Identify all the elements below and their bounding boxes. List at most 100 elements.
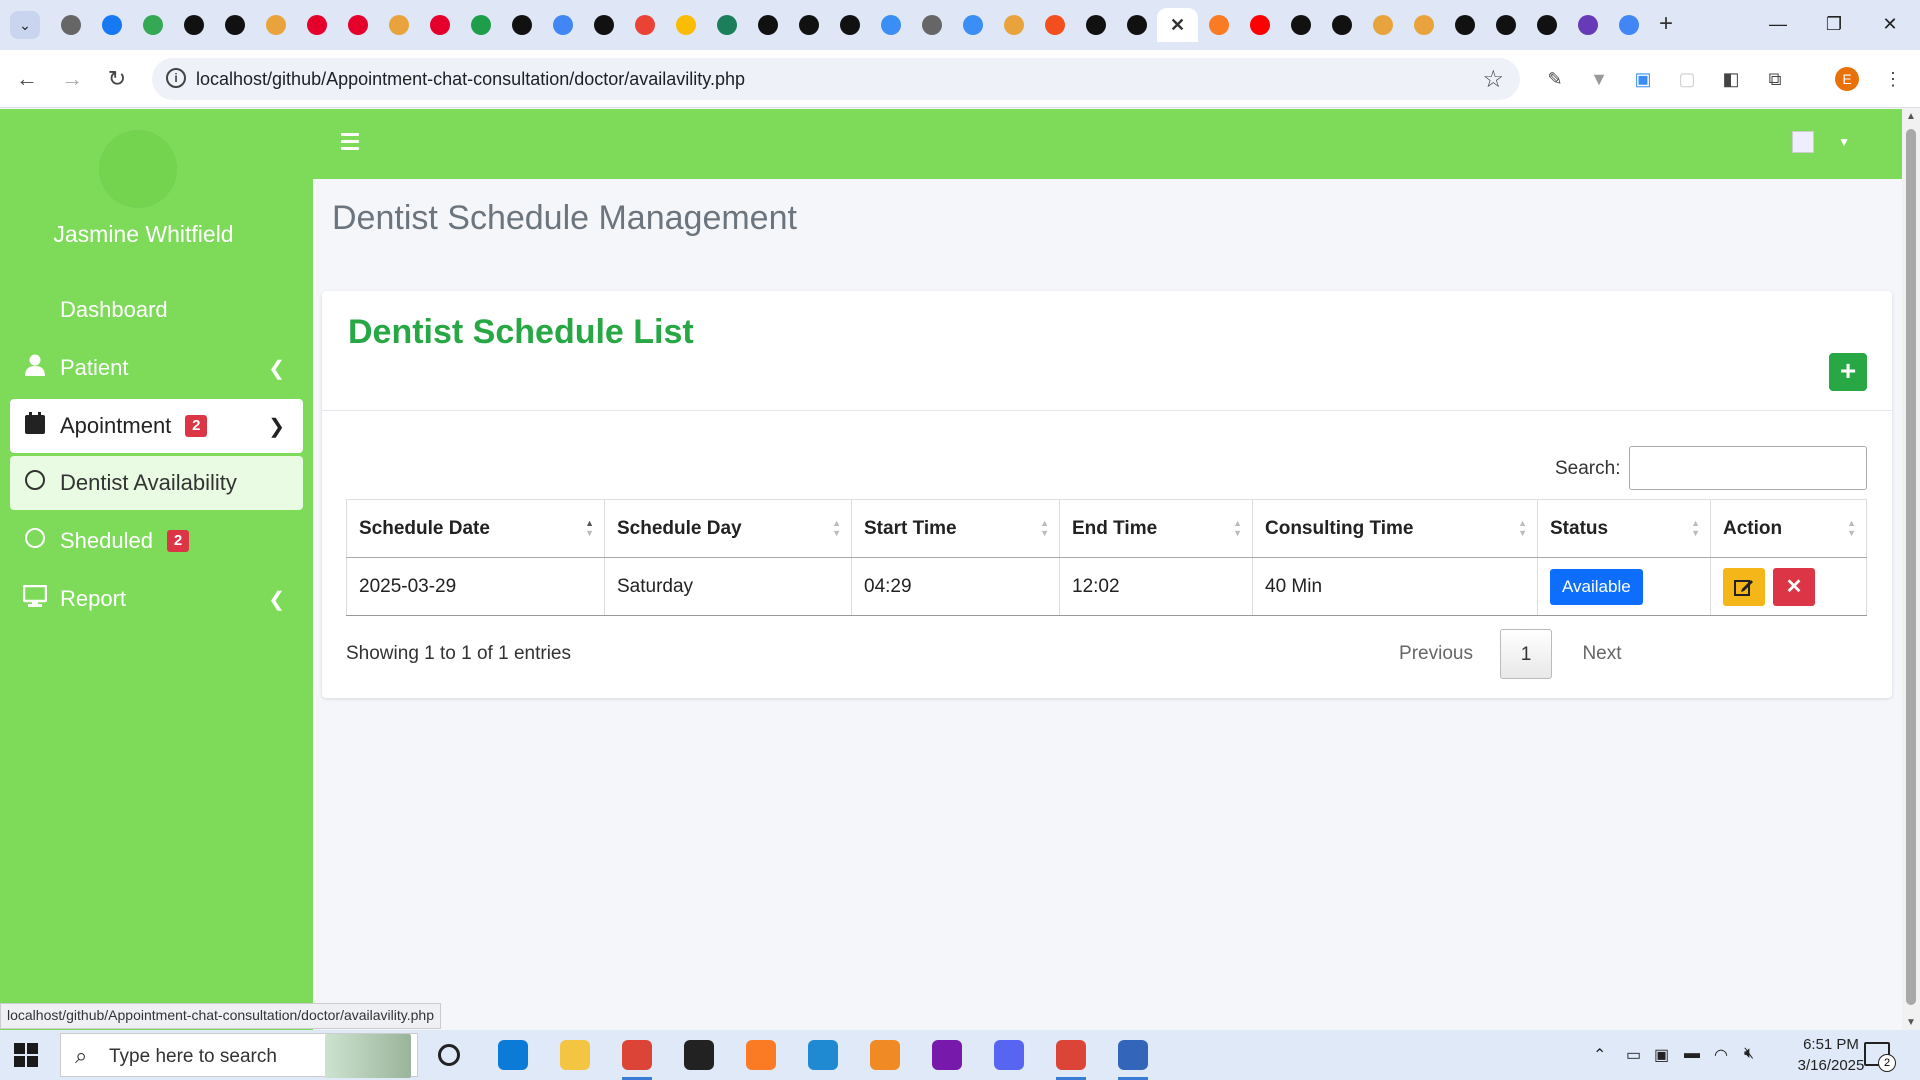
browser-tab[interactable] [378, 8, 419, 42]
profile-avatar[interactable]: E [1835, 67, 1859, 91]
browser-tab[interactable] [501, 8, 542, 42]
blank-extension-icon[interactable]: ▢ [1672, 64, 1702, 94]
reload-button[interactable]: ↻ [100, 63, 134, 97]
scroll-up-arrow-icon[interactable]: ▲ [1902, 111, 1920, 122]
browser-tab[interactable] [1567, 8, 1608, 42]
browser-tab[interactable] [747, 8, 788, 42]
browser-tab[interactable] [829, 8, 870, 42]
menu-toggle-icon[interactable] [341, 133, 359, 154]
delete-button[interactable]: ✕ [1773, 567, 1815, 606]
browser-tab[interactable] [460, 8, 501, 42]
taskbar-app-sticky[interactable] [680, 1037, 718, 1073]
browser-tab[interactable] [91, 8, 132, 42]
volume-muted-icon[interactable]: 🔇︎ [1744, 1045, 1754, 1063]
browser-tab[interactable] [173, 8, 214, 42]
pagination-next[interactable]: Next [1562, 629, 1642, 679]
column-header-consulting-time[interactable]: Consulting Time ▲ ▼ [1252, 499, 1538, 558]
pen-extension-icon[interactable]: ✎ [1540, 64, 1570, 94]
taskbar-app-discord[interactable] [990, 1037, 1028, 1073]
browser-tab[interactable] [296, 8, 337, 42]
column-header-status[interactable]: Status ▲ ▼ [1537, 499, 1711, 558]
browser-tab[interactable] [788, 8, 829, 42]
browser-tab[interactable] [911, 8, 952, 42]
vue-extension-icon[interactable]: ▼ [1584, 64, 1614, 94]
taskbar-clock[interactable]: 6:51 PM 3/16/2025 [1786, 1034, 1876, 1076]
taskbar-app-chrome-profile[interactable] [1052, 1037, 1090, 1080]
fi-extension-icon[interactable]: ▣ [1628, 64, 1658, 94]
sidebar-item-report[interactable]: Report ❮ [10, 572, 303, 626]
browser-tab-active[interactable]: ✕ [1157, 8, 1198, 42]
search-input[interactable] [1629, 446, 1867, 490]
browser-tab[interactable] [1608, 8, 1649, 42]
add-schedule-button[interactable]: + [1829, 353, 1867, 391]
browser-tab[interactable] [1321, 8, 1362, 42]
back-button[interactable]: ← [10, 63, 44, 97]
site-info-icon[interactable]: i [166, 68, 186, 88]
sidebar-item-apointment[interactable]: Apointment 2 ❯ [10, 399, 303, 453]
browser-tab[interactable] [214, 8, 255, 42]
cortana-icon[interactable] [438, 1044, 460, 1066]
meet-now-icon[interactable]: ▭ [1626, 1045, 1641, 1065]
browser-tab[interactable] [1198, 8, 1239, 42]
maximize-button[interactable]: ❐ [1806, 0, 1862, 50]
browser-tab[interactable] [1075, 8, 1116, 42]
bookmark-star-icon[interactable]: ☆ [1482, 65, 1504, 94]
browser-tab[interactable] [1239, 8, 1280, 42]
taskbar-app-vscode[interactable] [804, 1037, 842, 1073]
status-badge[interactable]: Available [1550, 568, 1643, 605]
browser-tab[interactable] [1526, 8, 1567, 42]
reader-extension-icon[interactable]: ◧ [1716, 64, 1746, 94]
taskbar-app-edge[interactable] [494, 1037, 532, 1073]
minimize-button[interactable]: — [1750, 0, 1806, 50]
page-scrollbar[interactable]: ▲ ▼ [1902, 109, 1920, 1030]
url-text[interactable]: localhost/github/Appointment-chat-consul… [196, 69, 745, 90]
browser-tab[interactable] [1362, 8, 1403, 42]
windows-start-icon[interactable] [14, 1043, 38, 1067]
caret-down-icon[interactable]: ▼ [1838, 135, 1850, 149]
notification-icon[interactable]: 2 [1864, 1042, 1896, 1072]
sidebar-item-patient[interactable]: Patient ❮ [10, 341, 303, 395]
browser-tab[interactable] [1034, 8, 1075, 42]
tab-search-button[interactable]: ⌄ [10, 11, 40, 39]
taskbar-search-box[interactable]: ⌕ Type here to search [60, 1033, 418, 1078]
browser-tab[interactable] [1403, 8, 1444, 42]
wifi-icon[interactable]: ◠ [1714, 1045, 1728, 1065]
battery-icon[interactable]: ▬ [1684, 1045, 1700, 1063]
browser-tab[interactable] [1116, 8, 1157, 42]
column-header-end-time[interactable]: End Time ▲ ▼ [1059, 499, 1253, 558]
sidebar-item-dentist-availability[interactable]: Dentist Availability [10, 456, 303, 510]
browser-tab[interactable] [542, 8, 583, 42]
column-header-schedule-date[interactable]: Schedule Date ▲ ▼ [346, 499, 605, 558]
browser-tab[interactable] [419, 8, 460, 42]
taskbar-app-chrome[interactable] [618, 1037, 656, 1080]
address-bar[interactable]: i localhost/github/Appointment-chat-cons… [152, 58, 1520, 100]
sidebar-item-sheduled[interactable]: Sheduled 2 [10, 514, 303, 568]
browser-tab[interactable] [255, 8, 296, 42]
browser-tab[interactable] [624, 8, 665, 42]
window-close-button[interactable]: ✕ [1862, 0, 1918, 50]
new-tab-button[interactable]: + [1651, 10, 1681, 40]
column-header-schedule-day[interactable]: Schedule Day ▲ ▼ [604, 499, 852, 558]
browser-tab[interactable] [50, 8, 91, 42]
chrome-menu-icon[interactable]: ⋮ [1878, 64, 1908, 94]
extensions-puzzle-icon[interactable]: ⧉ [1760, 64, 1790, 94]
browser-tab[interactable] [993, 8, 1034, 42]
taskbar-app-sublime[interactable] [866, 1037, 904, 1073]
browser-tab[interactable] [1485, 8, 1526, 42]
browser-tab[interactable] [1444, 8, 1485, 42]
forward-button[interactable]: → [55, 63, 89, 97]
column-header-action[interactable]: Action ▲ ▼ [1710, 499, 1867, 558]
browser-tab[interactable] [952, 8, 993, 42]
edit-button[interactable] [1723, 567, 1765, 606]
chevron-up-icon[interactable]: ⌃ [1593, 1045, 1606, 1065]
scrollbar-thumb[interactable] [1906, 129, 1916, 1005]
pagination-previous[interactable]: Previous [1386, 629, 1486, 679]
scroll-down-arrow-icon[interactable]: ▼ [1902, 1017, 1920, 1028]
browser-tab[interactable] [1280, 8, 1321, 42]
pagination-page-1[interactable]: 1 [1500, 629, 1552, 679]
browser-tab[interactable] [665, 8, 706, 42]
browser-tab[interactable] [706, 8, 747, 42]
taskbar-app-snip[interactable] [1114, 1037, 1152, 1080]
taskbar-app-explorer[interactable] [556, 1037, 594, 1073]
close-icon[interactable]: ✕ [1168, 15, 1188, 35]
